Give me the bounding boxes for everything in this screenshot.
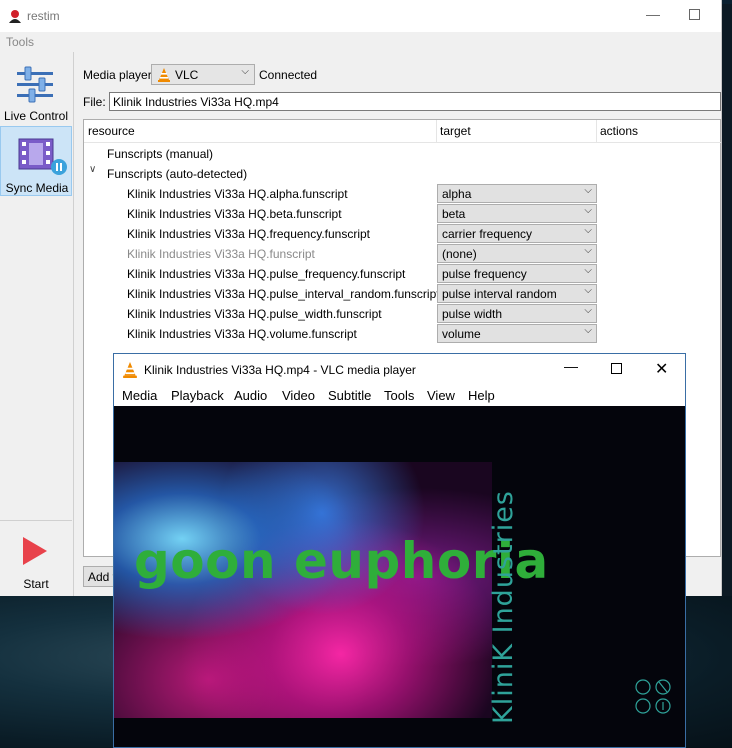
chevron-down-icon: ⌵ — [584, 245, 592, 256]
list-item[interactable]: Klinik Industries Vi33a HQ.pulse_width.f… — [127, 307, 382, 321]
chevron-down-icon: ⌵ — [584, 305, 592, 316]
target-select[interactable]: carrier frequency ⌵ — [437, 224, 597, 243]
video-smoke-image — [114, 462, 492, 718]
vlc-cone-icon — [158, 68, 170, 82]
chevron-down-icon: ⌵ — [584, 265, 592, 276]
window-title: restim — [27, 9, 60, 23]
target-value: beta — [442, 207, 466, 221]
video-title-text: goon euphoria — [134, 532, 549, 590]
target-value: pulse width — [442, 307, 503, 321]
vlc-menu-media[interactable]: Media — [122, 388, 157, 403]
vlc-menu-help[interactable]: Help — [468, 388, 495, 403]
vlc-titlebar[interactable]: Klinik Industries Vi33a HQ.mp4 - VLC med… — [114, 354, 685, 384]
chevron-down-icon: ⌵ — [584, 205, 592, 216]
group-manual[interactable]: Funscripts (manual) — [107, 147, 213, 161]
column-divider — [596, 120, 597, 142]
minimize-button[interactable]: — — [646, 6, 660, 24]
chevron-down-icon: ⌵ — [584, 185, 592, 196]
target-select[interactable]: pulse frequency ⌵ — [437, 264, 597, 283]
column-target[interactable]: target — [440, 124, 471, 138]
vlc-menu-video[interactable]: Video — [282, 388, 315, 403]
vlc-menu-audio[interactable]: Audio — [234, 388, 267, 403]
target-value: alpha — [442, 187, 472, 201]
sidebar-label-sync-media: Sync Media — [5, 181, 69, 195]
target-value: volume — [442, 327, 481, 341]
group-auto-detected[interactable]: Funscripts (auto-detected) — [107, 167, 247, 181]
chevron-down-icon: ⌵ — [241, 66, 249, 77]
restim-titlebar[interactable]: restim — — [0, 0, 721, 32]
chevron-down-icon: ⌵ — [584, 325, 592, 336]
sidebar-item-sync-media[interactable]: Sync Media — [0, 126, 72, 196]
chevron-down-icon: ⌵ — [584, 285, 592, 296]
target-select[interactable]: alpha ⌵ — [437, 184, 597, 203]
video-symbols-icon — [635, 679, 671, 714]
maximize-button[interactable] — [689, 9, 700, 20]
media-player-select[interactable]: VLC ⌵ — [151, 64, 255, 85]
column-divider — [436, 120, 437, 142]
target-select[interactable]: pulse interval random ⌵ — [437, 284, 597, 303]
column-resource[interactable]: resource — [88, 124, 135, 138]
media-player-label: Media player — [83, 68, 152, 82]
sidebar-item-live-control[interactable]: Live Control — [0, 58, 72, 126]
list-item[interactable]: Klinik Industries Vi33a HQ.alpha.funscri… — [127, 187, 348, 201]
vlc-cone-icon — [123, 362, 137, 378]
target-select[interactable]: volume ⌵ — [437, 324, 597, 343]
sliders-icon — [17, 66, 53, 103]
vlc-menu-tools[interactable]: Tools — [384, 388, 414, 403]
media-player-value: VLC — [175, 68, 199, 82]
tree-header: resource target actions — [84, 120, 721, 143]
video-brand-text: KliniK Industries — [488, 490, 519, 724]
vlc-window: Klinik Industries Vi33a HQ.mp4 - VLC med… — [113, 353, 686, 748]
vlc-menu-subtitle[interactable]: Subtitle — [328, 388, 371, 403]
vlc-close-button[interactable]: ✕ — [655, 359, 668, 379]
chevron-down-icon[interactable]: ∨ — [89, 164, 96, 175]
list-item[interactable]: Klinik Industries Vi33a HQ.funscript — [127, 247, 315, 261]
target-select[interactable]: beta ⌵ — [437, 204, 597, 223]
column-actions[interactable]: actions — [600, 124, 638, 138]
video-surface[interactable]: goon euphoria KliniK Industries — [114, 406, 685, 747]
vlc-minimize-button[interactable]: — — [564, 358, 578, 374]
list-item[interactable]: Klinik Industries Vi33a HQ.pulse_frequen… — [127, 267, 405, 281]
sidebar: Live Control Sync Media Start — [0, 52, 74, 596]
list-item[interactable]: Klinik Industries Vi33a HQ.volume.funscr… — [127, 327, 357, 341]
target-value: carrier frequency — [442, 227, 533, 241]
target-value: (none) — [442, 247, 477, 261]
target-select[interactable]: (none) ⌵ — [437, 244, 597, 263]
restim-logo-icon — [9, 10, 21, 23]
target-value: pulse interval random — [442, 287, 557, 301]
vlc-menubar: Media Playback Audio Video Subtitle Tool… — [114, 384, 685, 406]
film-pause-icon — [18, 138, 67, 175]
sidebar-label-live-control: Live Control — [3, 109, 69, 123]
menu-tools[interactable]: Tools — [6, 35, 34, 49]
start-label: Start — [23, 577, 49, 591]
menubar: Tools — [0, 32, 721, 52]
list-item[interactable]: Klinik Industries Vi33a HQ.frequency.fun… — [127, 227, 370, 241]
vlc-menu-view[interactable]: View — [427, 388, 455, 403]
target-select[interactable]: pulse width ⌵ — [437, 304, 597, 323]
file-label: File: — [83, 95, 106, 109]
start-button[interactable]: Start — [0, 520, 72, 597]
file-field[interactable]: Klinik Industries Vi33a HQ.mp4 — [109, 92, 721, 111]
chevron-down-icon: ⌵ — [584, 225, 592, 236]
list-item[interactable]: Klinik Industries Vi33a HQ.beta.funscrip… — [127, 207, 342, 221]
vlc-maximize-button[interactable] — [611, 363, 622, 374]
vlc-window-title: Klinik Industries Vi33a HQ.mp4 - VLC med… — [144, 363, 416, 377]
connection-status: Connected — [259, 68, 318, 82]
list-item[interactable]: Klinik Industries Vi33a HQ.pulse_interva… — [127, 287, 440, 301]
vlc-menu-playback[interactable]: Playback — [171, 388, 224, 403]
play-icon — [23, 537, 47, 565]
target-value: pulse frequency — [442, 267, 527, 281]
